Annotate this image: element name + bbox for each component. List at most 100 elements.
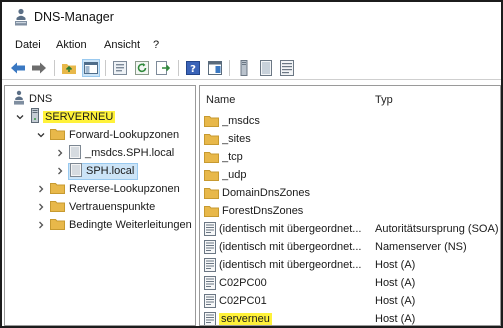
record-icon bbox=[204, 240, 216, 254]
list-item[interactable]: C02PC01 Host (A) bbox=[204, 292, 415, 310]
list-item-type: Host (A) bbox=[375, 259, 416, 271]
console-tree-icon[interactable] bbox=[82, 59, 100, 77]
folder-icon bbox=[204, 151, 219, 163]
refresh-icon[interactable] bbox=[133, 59, 151, 77]
folder-icon bbox=[204, 205, 219, 217]
list-item-name: ForestDnsZones bbox=[222, 205, 304, 217]
toolbar-separator bbox=[105, 60, 106, 76]
list-item[interactable]: serverneu Host (A) bbox=[204, 310, 415, 325]
list-item-name: (identisch mit übergeordnet... bbox=[219, 259, 362, 271]
list-item[interactable]: (identisch mit übergeordnet... Host (A) bbox=[204, 256, 415, 274]
back-arrow-icon[interactable] bbox=[9, 59, 27, 77]
folder-icon bbox=[50, 218, 65, 233]
list-item-name: _udp bbox=[222, 169, 247, 181]
chevron-right-icon[interactable] bbox=[36, 202, 46, 212]
folder-icon bbox=[204, 133, 219, 145]
chevron-down-icon[interactable] bbox=[15, 112, 25, 122]
folder-icon bbox=[50, 182, 65, 197]
folder-icon bbox=[50, 200, 65, 215]
list-item[interactable]: _tcp bbox=[204, 148, 372, 166]
folder-icon bbox=[204, 115, 219, 127]
chevron-right-icon[interactable] bbox=[55, 148, 65, 158]
details-view-icon[interactable] bbox=[206, 59, 224, 77]
menu-ansicht[interactable]: Ansicht bbox=[104, 39, 140, 51]
record-icon bbox=[204, 294, 216, 308]
chevron-right-icon[interactable] bbox=[36, 220, 46, 230]
list-item-type: Host (A) bbox=[375, 313, 416, 325]
tree-label: SPH.local bbox=[86, 165, 135, 177]
record-icon bbox=[204, 222, 216, 236]
tree-label: Forward-Lookupzonen bbox=[69, 129, 180, 141]
menu-help[interactable]: ? bbox=[153, 39, 159, 51]
folder-up-icon[interactable] bbox=[60, 59, 78, 77]
tree-item-vertrauenspunkte[interactable]: Vertrauenspunkte bbox=[36, 198, 155, 216]
zone-icon[interactable] bbox=[257, 59, 275, 77]
record-icon[interactable] bbox=[278, 59, 296, 77]
list-item-name: _msdcs bbox=[222, 115, 260, 127]
list-item[interactable]: _sites bbox=[204, 130, 372, 148]
properties-icon[interactable] bbox=[111, 59, 129, 77]
list-item[interactable]: ForestDnsZones bbox=[204, 202, 372, 220]
tree-item-sph-local[interactable]: SPH.local bbox=[55, 162, 139, 180]
dns-app-icon bbox=[14, 8, 28, 26]
tree-item-reverse-lookupzonen[interactable]: Reverse-Lookupzonen bbox=[36, 180, 180, 198]
svg-text:?: ? bbox=[190, 64, 196, 75]
tree-item-dns[interactable]: DNS bbox=[13, 90, 52, 108]
list-item-name-highlight: serverneu bbox=[219, 313, 272, 325]
tree-item-serverneu[interactable]: SERVERNEU bbox=[15, 108, 116, 126]
folder-icon bbox=[204, 169, 219, 181]
list-item-type: Autoritätsursprung (SOA) bbox=[375, 223, 499, 235]
list-item[interactable]: DomainDnsZones bbox=[204, 184, 372, 202]
list-item-type: Namenserver (NS) bbox=[375, 241, 467, 253]
menu-bar: Datei Aktion Ansicht ? bbox=[2, 36, 501, 56]
list-item-name: DomainDnsZones bbox=[222, 187, 311, 199]
tree-item-msdcs-zone[interactable]: _msdcs.SPH.local bbox=[55, 144, 174, 162]
chevron-right-icon[interactable] bbox=[55, 166, 65, 176]
list-item[interactable]: _msdcs bbox=[204, 112, 372, 130]
server-icon[interactable] bbox=[235, 59, 253, 77]
menu-datei[interactable]: Datei bbox=[15, 39, 41, 51]
server-icon bbox=[31, 108, 39, 126]
list-item-name: _sites bbox=[222, 133, 251, 145]
toolbar-separator bbox=[178, 60, 179, 76]
chevron-right-icon[interactable] bbox=[36, 184, 46, 194]
folder-icon bbox=[204, 187, 219, 199]
column-header-name[interactable]: Name bbox=[206, 94, 235, 106]
list-item-name: (identisch mit übergeordnet... bbox=[219, 223, 362, 235]
tree-item-forward-lookupzonen[interactable]: Forward-Lookupzonen bbox=[36, 126, 179, 144]
export-icon[interactable] bbox=[154, 59, 172, 77]
list-item[interactable]: (identisch mit übergeordnet... Autoritäts… bbox=[204, 220, 499, 238]
list-item-type: Host (A) bbox=[375, 277, 416, 289]
forward-arrow-icon[interactable] bbox=[30, 59, 48, 77]
selected-zone[interactable]: SPH.local bbox=[68, 162, 139, 180]
list-item[interactable]: C02PC00 Host (A) bbox=[204, 274, 415, 292]
list-item-name: (identisch mit übergeordnet... bbox=[219, 241, 362, 253]
column-header-type[interactable]: Typ bbox=[375, 94, 393, 106]
list-item-name: C02PC00 bbox=[219, 277, 267, 289]
tree-label: DNS bbox=[29, 93, 53, 105]
record-icon bbox=[204, 312, 216, 325]
tree-item-bedingte-weiterleitungen[interactable]: Bedingte Weiterleitungen bbox=[36, 216, 192, 234]
folder-icon bbox=[50, 128, 65, 143]
list-item-name: _tcp bbox=[222, 151, 243, 163]
record-icon bbox=[204, 258, 216, 272]
tree-label: SERVERNEU bbox=[43, 111, 116, 123]
record-icon bbox=[204, 276, 216, 290]
chevron-down-icon[interactable] bbox=[36, 130, 46, 140]
window-title: DNS-Manager bbox=[34, 10, 114, 24]
list-item[interactable]: _udp bbox=[204, 166, 372, 184]
menu-aktion[interactable]: Aktion bbox=[56, 39, 87, 51]
zone-icon bbox=[69, 144, 81, 162]
help-icon[interactable]: ? bbox=[184, 59, 202, 77]
list-item[interactable]: (identisch mit übergeordnet... Namenserve… bbox=[204, 238, 467, 256]
list-item-name: C02PC01 bbox=[219, 295, 267, 307]
toolbar: ? bbox=[2, 56, 501, 80]
tree-label: Vertrauenspunkte bbox=[69, 201, 156, 213]
console-tree-pane: DNS SERVERNEU Forward-Lookupzonen _msdcs… bbox=[4, 85, 196, 326]
toolbar-separator bbox=[229, 60, 230, 76]
tree-label: Bedingte Weiterleitungen bbox=[69, 219, 192, 231]
tree-label: _msdcs.SPH.local bbox=[85, 147, 175, 159]
dns-manager-window: DNS-Manager Datei Aktion Ansicht ? ? DNS… bbox=[0, 0, 503, 328]
tree-label: Reverse-Lookupzonen bbox=[69, 183, 180, 195]
title-bar: DNS-Manager bbox=[2, 2, 501, 32]
